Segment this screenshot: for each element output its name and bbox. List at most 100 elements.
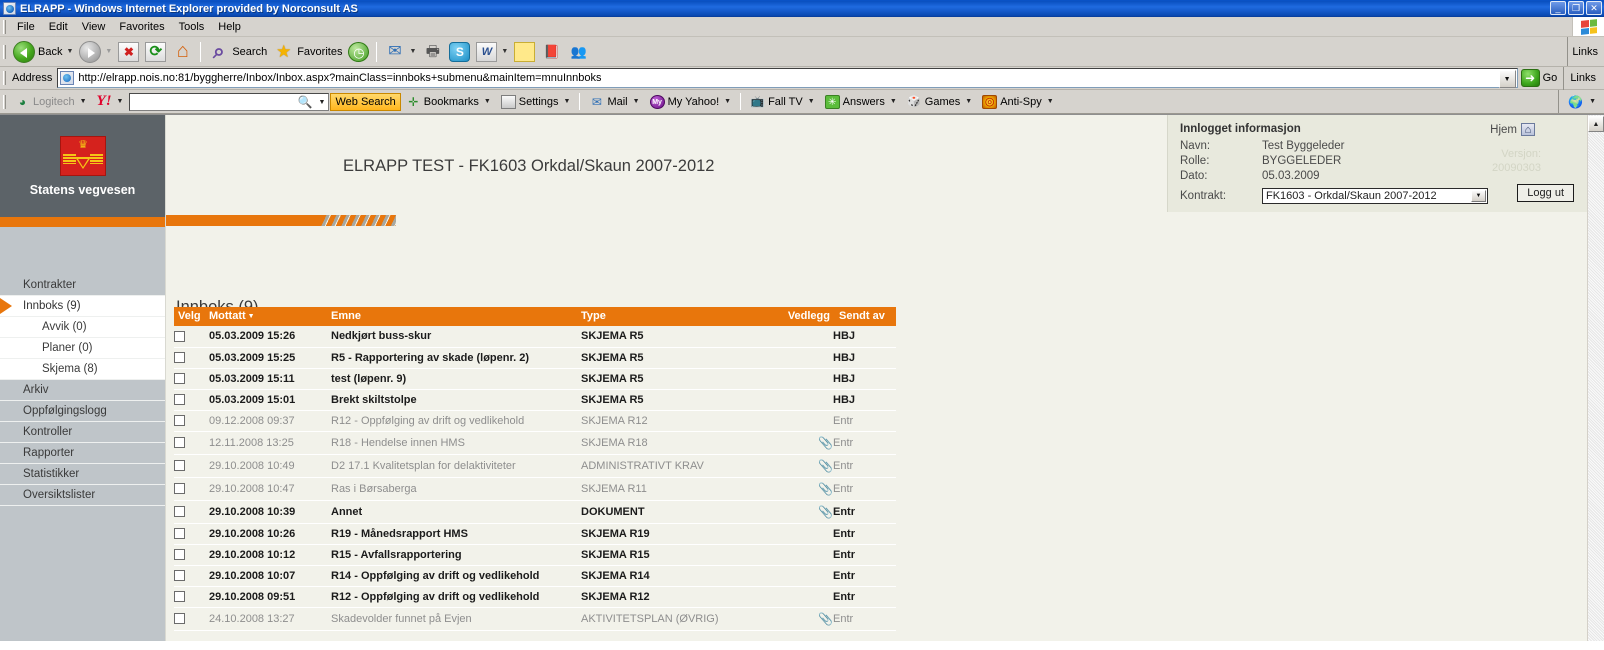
row-checkbox[interactable] <box>174 373 185 385</box>
yahoo-mail-button[interactable]: Mail ▼ <box>584 91 644 113</box>
chevron-down-icon[interactable]: ▼ <box>319 99 326 106</box>
games-button[interactable]: Games ▼ <box>902 91 977 113</box>
table-row[interactable]: 05.03.2009 15:26 Nedkjørt buss-skur SKJEMA… <box>174 326 896 347</box>
chevron-down-icon[interactable]: ▼ <box>890 98 897 105</box>
print-button[interactable] <box>419 39 446 65</box>
address-input[interactable]: http://elrapp.nois.no:81/byggherre/Inbox… <box>57 68 1518 88</box>
sidebar-item-rapporter[interactable]: Rapporter <box>0 443 165 464</box>
edit-word-button[interactable]: ▼ <box>473 39 511 65</box>
table-row[interactable]: 12.11.2008 13:25 R18 - Hendelse innen HMS… <box>174 431 896 454</box>
chevron-down-icon[interactable]: ▼ <box>484 98 491 105</box>
chevron-down-icon[interactable]: ▼ <box>1589 98 1596 105</box>
cell-emne[interactable]: test (løpenr. 9) <box>331 368 581 389</box>
sidebar-item-arkiv[interactable]: Arkiv <box>0 380 165 401</box>
page-vertical-scrollbar[interactable]: ▲ <box>1587 115 1604 641</box>
settings-button[interactable]: Settings ▼ <box>496 91 576 113</box>
sidebar-item-kontroller[interactable]: Kontroller <box>0 422 165 443</box>
yahoo-search-input[interactable]: 🔍 ▼ <box>129 92 330 111</box>
chevron-down-icon[interactable]: ▼ <box>501 48 508 55</box>
logout-button[interactable]: Logg ut <box>1517 184 1574 202</box>
menu-item-tools[interactable]: Tools <box>172 19 212 35</box>
menu-item-view[interactable]: View <box>75 19 113 35</box>
favorites-button[interactable]: Favorites <box>270 39 345 65</box>
research-button[interactable] <box>538 39 565 65</box>
anti-spy-button[interactable]: Anti-Spy ▼ <box>977 91 1059 113</box>
go-button[interactable]: Go <box>1518 67 1564 89</box>
chevron-down-icon[interactable]: ▼ <box>409 48 416 55</box>
sidebar-item-statistikker[interactable]: Statistikker <box>0 464 165 485</box>
table-row[interactable]: 05.03.2009 15:01 Brekt skiltstolpe SKJEMA … <box>174 389 896 410</box>
table-row[interactable]: 05.03.2009 15:11 test (løpenr. 9) SKJEMA R… <box>174 368 896 389</box>
col-header-velg[interactable]: Velg <box>174 307 209 326</box>
chevron-down-icon[interactable]: ▼ <box>105 48 112 55</box>
logitech-button[interactable]: Logitech ▼ <box>10 91 92 113</box>
cell-emne[interactable]: Ras i Børsaberga <box>331 477 581 500</box>
row-checkbox[interactable] <box>174 528 185 540</box>
attachment-icon[interactable]: 📎 <box>818 436 833 450</box>
chevron-down-icon[interactable]: ▼ <box>564 98 571 105</box>
cell-emne[interactable]: R18 - Hendelse innen HMS <box>331 431 581 454</box>
bookmarks-button[interactable]: Bookmarks ▼ <box>401 91 496 113</box>
cell-emne[interactable]: Annet <box>331 500 581 523</box>
sort-descending-icon[interactable]: ▼ <box>248 313 255 320</box>
yahoo-logo-button[interactable]: Y! ▼ <box>92 91 129 113</box>
col-header-emne[interactable]: Emne <box>331 307 581 326</box>
addressbar-grip[interactable] <box>3 71 6 85</box>
sidebar-item-planer[interactable]: Planer (0) <box>0 338 165 359</box>
table-row[interactable]: 24.10.2008 13:27 Skadevolder funnet på Ev… <box>174 607 896 630</box>
sidebar-item-kontrakter[interactable]: Kontrakter <box>0 275 165 296</box>
chevron-down-icon[interactable]: ▼ <box>1047 98 1054 105</box>
cell-emne[interactable]: R19 - Månedsrapport HMS <box>331 523 581 544</box>
minimize-button[interactable]: _ <box>1550 1 1566 15</box>
sidebar-item-skjema[interactable]: Skjema (8) <box>0 359 165 380</box>
close-button[interactable]: ✕ <box>1586 1 1602 15</box>
menu-item-help[interactable]: Help <box>211 19 248 35</box>
my-yahoo-button[interactable]: My Yahoo! ▼ <box>645 91 737 113</box>
table-row[interactable]: 29.10.2008 10:47 Ras i Børsaberga SKJEMA R… <box>174 477 896 500</box>
table-row[interactable]: 29.10.2008 10:26 R19 - Månedsrapport HMS S… <box>174 523 896 544</box>
cell-emne[interactable]: Brekt skiltstolpe <box>331 389 581 410</box>
chevron-down-icon[interactable]: ▼ <box>633 98 640 105</box>
sidebar-item-oversiktslister[interactable]: Oversiktslister <box>0 485 165 506</box>
menu-grip[interactable] <box>3 19 6 34</box>
menu-item-edit[interactable]: Edit <box>42 19 75 35</box>
search-button[interactable]: Search <box>205 39 270 65</box>
row-checkbox[interactable] <box>174 437 185 449</box>
row-checkbox[interactable] <box>174 483 185 495</box>
toolbar-grip[interactable] <box>3 44 6 59</box>
attachment-icon[interactable]: 📎 <box>818 612 833 626</box>
web-search-button[interactable]: Web Search <box>330 92 401 111</box>
answers-button[interactable]: Answers ▼ <box>820 91 902 113</box>
forward-button[interactable]: ▼ <box>76 39 115 65</box>
sidebar-item-innboks[interactable]: Innboks (9) <box>0 296 165 317</box>
table-row[interactable]: 29.10.2008 10:49 D2 17.1 Kvalitetsplan fo… <box>174 454 896 477</box>
restore-button[interactable]: ❐ <box>1568 1 1584 15</box>
attachment-icon[interactable]: 📎 <box>818 505 833 519</box>
windows-flag-button[interactable] <box>1572 17 1604 36</box>
cell-emne[interactable]: R12 - Oppfølging av drift og vedlikehold <box>331 410 581 431</box>
history-button[interactable] <box>345 39 372 65</box>
yahoo-toolbar-grip[interactable] <box>3 94 6 109</box>
links-bar-button[interactable]: Links <box>1563 66 1604 90</box>
attachment-icon[interactable]: 📎 <box>818 482 833 496</box>
row-checkbox[interactable] <box>174 415 185 427</box>
row-checkbox[interactable] <box>174 506 185 518</box>
hjem-link[interactable]: Hjem <box>1490 123 1535 136</box>
cell-emne[interactable]: R14 - Oppfølging av drift og vedlikehold <box>331 565 581 586</box>
sidebar-item-oppfolgingslogg[interactable]: Oppfølgingslogg <box>0 401 165 422</box>
menu-item-favorites[interactable]: Favorites <box>112 19 171 35</box>
skype-button[interactable] <box>446 39 473 65</box>
row-checkbox[interactable] <box>174 549 185 561</box>
cell-emne[interactable]: Skadevolder funnet på Evjen <box>331 607 581 630</box>
attachment-icon[interactable]: 📎 <box>818 459 833 473</box>
sidebar-item-avvik[interactable]: Avvik (0) <box>0 317 165 338</box>
fall-tv-button[interactable]: Fall TV ▼ <box>745 91 820 113</box>
row-checkbox[interactable] <box>174 394 185 406</box>
col-header-mottatt[interactable]: Mottatt ▼ <box>209 307 331 326</box>
chevron-down-icon[interactable]: ▼ <box>117 98 124 105</box>
table-row[interactable]: 05.03.2009 15:25 R5 - Rapportering av ska… <box>174 347 896 368</box>
table-row[interactable]: 29.10.2008 10:07 R14 - Oppfølging av drif… <box>174 565 896 586</box>
cell-emne[interactable]: D2 17.1 Kvalitetsplan for delaktiviteter <box>331 454 581 477</box>
refresh-button[interactable] <box>142 39 169 65</box>
menu-item-file[interactable]: File <box>10 19 42 35</box>
